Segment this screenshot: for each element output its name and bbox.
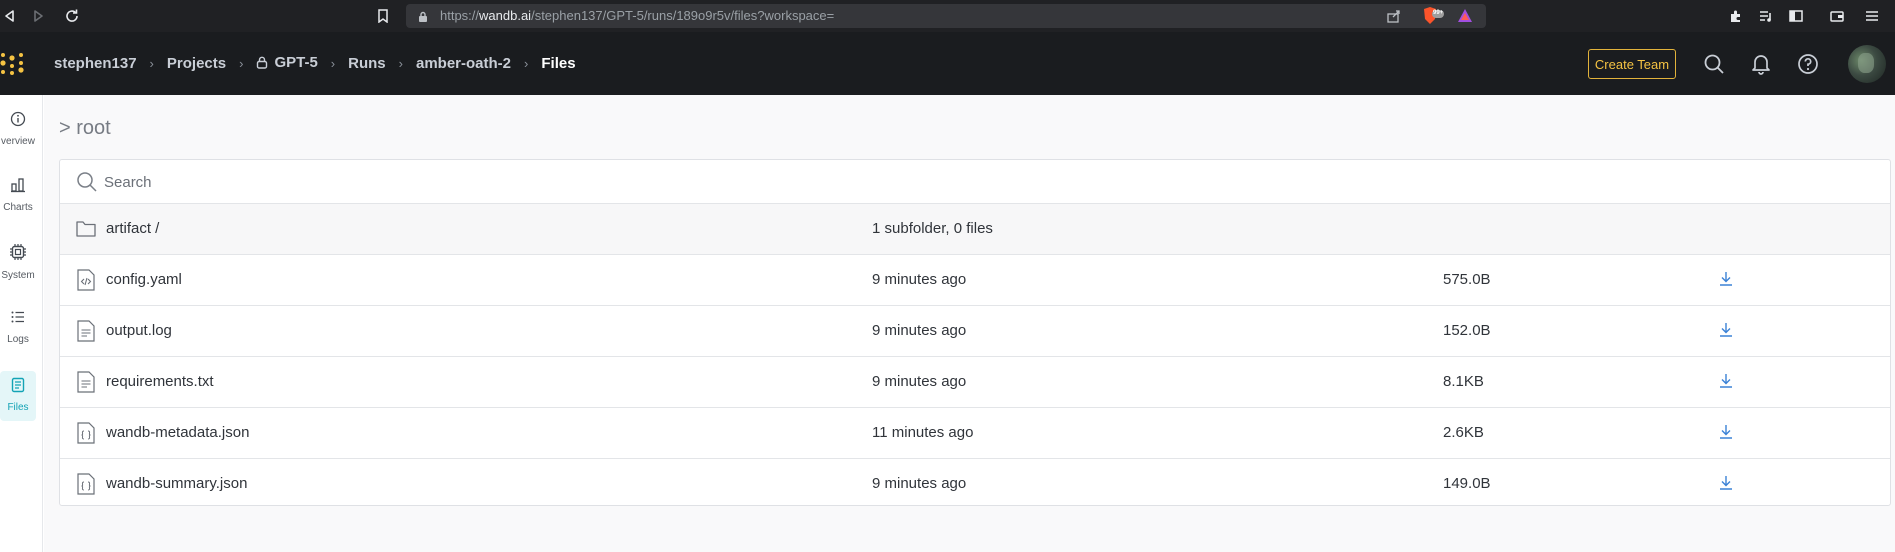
- chevron-right-icon: ›: [239, 56, 244, 71]
- folder-icon: [76, 218, 96, 240]
- address-bar[interactable]: https://wandb.ai/stephen137/GPT-5/runs/1…: [406, 4, 1486, 28]
- file-modified: 11 minutes ago: [872, 424, 974, 441]
- file-icon: [10, 377, 26, 398]
- chevron-right-icon: ›: [524, 56, 529, 71]
- file-name[interactable]: output.log: [106, 322, 172, 339]
- file-modified: 9 minutes ago: [872, 475, 967, 492]
- menu-icon[interactable]: [1862, 6, 1882, 26]
- search-icon: [76, 171, 98, 198]
- file-row[interactable]: output.log 9 minutes ago 152.0B: [60, 306, 1890, 357]
- info-icon: [10, 111, 26, 132]
- brave-shield-icon[interactable]: 99+: [1422, 6, 1444, 26]
- url-text: https://wandb.ai/stephen137/GPT-5/runs/1…: [440, 8, 835, 23]
- breadcrumb-files: Files: [541, 55, 576, 72]
- chip-icon: [9, 243, 27, 266]
- bell-icon[interactable]: [1749, 52, 1773, 76]
- sidebar-item-files[interactable]: Files: [0, 371, 36, 421]
- sidebar-item-overview[interactable]: verview: [0, 111, 36, 155]
- lock-icon: [418, 10, 428, 28]
- lock-icon: [256, 56, 268, 73]
- create-team-button[interactable]: Create Team: [1588, 49, 1676, 79]
- breadcrumb-projects[interactable]: Projects: [167, 55, 226, 72]
- forward-icon[interactable]: [28, 6, 48, 26]
- download-icon[interactable]: [1718, 270, 1734, 288]
- file-size: 8.1KB: [1443, 373, 1484, 390]
- reload-icon[interactable]: [62, 6, 82, 26]
- file-size: 575.0B: [1443, 271, 1491, 288]
- file-browser: artifact / 1 subfolder, 0 files config.y…: [59, 159, 1891, 506]
- back-icon[interactable]: [0, 6, 20, 26]
- file-name[interactable]: wandb-summary.json: [106, 475, 247, 492]
- text-file-icon: [76, 320, 96, 342]
- list-icon: [10, 309, 26, 330]
- help-icon[interactable]: [1796, 52, 1820, 76]
- bar-chart-icon: [10, 177, 26, 198]
- text-file-icon: [76, 371, 96, 393]
- playlist-icon[interactable]: [1756, 6, 1776, 26]
- sidebar-item-label: Logs: [7, 334, 29, 345]
- browser-toolbar: https://wandb.ai/stephen137/GPT-5/runs/1…: [0, 0, 1895, 32]
- sidebar-item-label: Charts: [3, 202, 33, 213]
- breadcrumb-user[interactable]: stephen137: [54, 55, 137, 72]
- file-name[interactable]: config.yaml: [106, 271, 182, 288]
- file-size: 149.0B: [1443, 475, 1491, 492]
- file-name[interactable]: wandb-metadata.json: [106, 424, 249, 441]
- run-sidebar: verview Charts System Logs Files: [0, 95, 43, 552]
- file-row[interactable]: requirements.txt 9 minutes ago 8.1KB: [60, 357, 1890, 408]
- chevron-right-icon: ›: [149, 56, 154, 71]
- breadcrumb: stephen137 › Projects › GPT-5 › Runs › a…: [54, 32, 576, 95]
- avatar[interactable]: [1848, 45, 1886, 83]
- breadcrumb-run[interactable]: amber-oath-2: [416, 55, 511, 72]
- file-name[interactable]: requirements.txt: [106, 373, 214, 390]
- file-modified: 9 minutes ago: [872, 373, 967, 390]
- wandb-logo-icon[interactable]: [0, 52, 26, 76]
- folder-meta: 1 subfolder, 0 files: [872, 220, 993, 237]
- download-icon[interactable]: [1718, 474, 1734, 492]
- download-icon[interactable]: [1718, 423, 1734, 441]
- file-size: 152.0B: [1443, 322, 1491, 339]
- download-icon[interactable]: [1718, 321, 1734, 339]
- chevron-right-icon: ›: [398, 56, 403, 71]
- file-row[interactable]: wandb-metadata.json 11 minutes ago 2.6KB: [60, 408, 1890, 459]
- folder-row[interactable]: artifact / 1 subfolder, 0 files: [60, 204, 1890, 255]
- extensions-icon[interactable]: [1726, 6, 1746, 26]
- breadcrumb-project-label: GPT-5: [274, 54, 318, 71]
- file-modified: 9 minutes ago: [872, 271, 967, 288]
- chevron-right-icon: ›: [330, 56, 336, 71]
- breadcrumb-runs[interactable]: Runs: [348, 55, 386, 72]
- files-page: > root artifact / 1 subfolder, 0 files c…: [44, 95, 1895, 552]
- json-file-icon: [76, 473, 96, 495]
- file-row[interactable]: config.yaml 9 minutes ago 575.0B: [60, 255, 1890, 306]
- app-header: stephen137 › Projects › GPT-5 › Runs › a…: [0, 32, 1895, 95]
- bookmark-icon[interactable]: [373, 6, 393, 26]
- sidebar-item-logs[interactable]: Logs: [0, 309, 36, 353]
- sidebar-item-label: System: [1, 270, 35, 281]
- code-file-icon: [76, 269, 96, 291]
- sidebar-item-system[interactable]: System: [0, 243, 36, 287]
- breadcrumb-project[interactable]: GPT-5: [256, 54, 318, 73]
- sidebar-item-label: Files: [7, 402, 29, 413]
- sidebar-toggle-icon[interactable]: [1786, 6, 1806, 26]
- json-file-icon: [76, 422, 96, 444]
- wallet-icon[interactable]: [1827, 6, 1847, 26]
- search-icon[interactable]: [1702, 52, 1726, 76]
- search-input[interactable]: [104, 169, 1804, 195]
- share-icon[interactable]: [1386, 8, 1402, 29]
- file-size: 2.6KB: [1443, 424, 1484, 441]
- file-row[interactable]: wandb-summary.json 9 minutes ago 149.0B: [60, 459, 1890, 506]
- search-row: [60, 160, 1890, 204]
- brave-rewards-icon[interactable]: [1456, 7, 1474, 30]
- download-icon[interactable]: [1718, 372, 1734, 390]
- sidebar-item-label: verview: [1, 136, 35, 147]
- root-path[interactable]: > root: [59, 117, 111, 140]
- sidebar-item-charts[interactable]: Charts: [0, 177, 36, 221]
- brave-badge: 99+: [1433, 10, 1444, 16]
- file-modified: 9 minutes ago: [872, 322, 967, 339]
- folder-name[interactable]: artifact /: [106, 220, 159, 237]
